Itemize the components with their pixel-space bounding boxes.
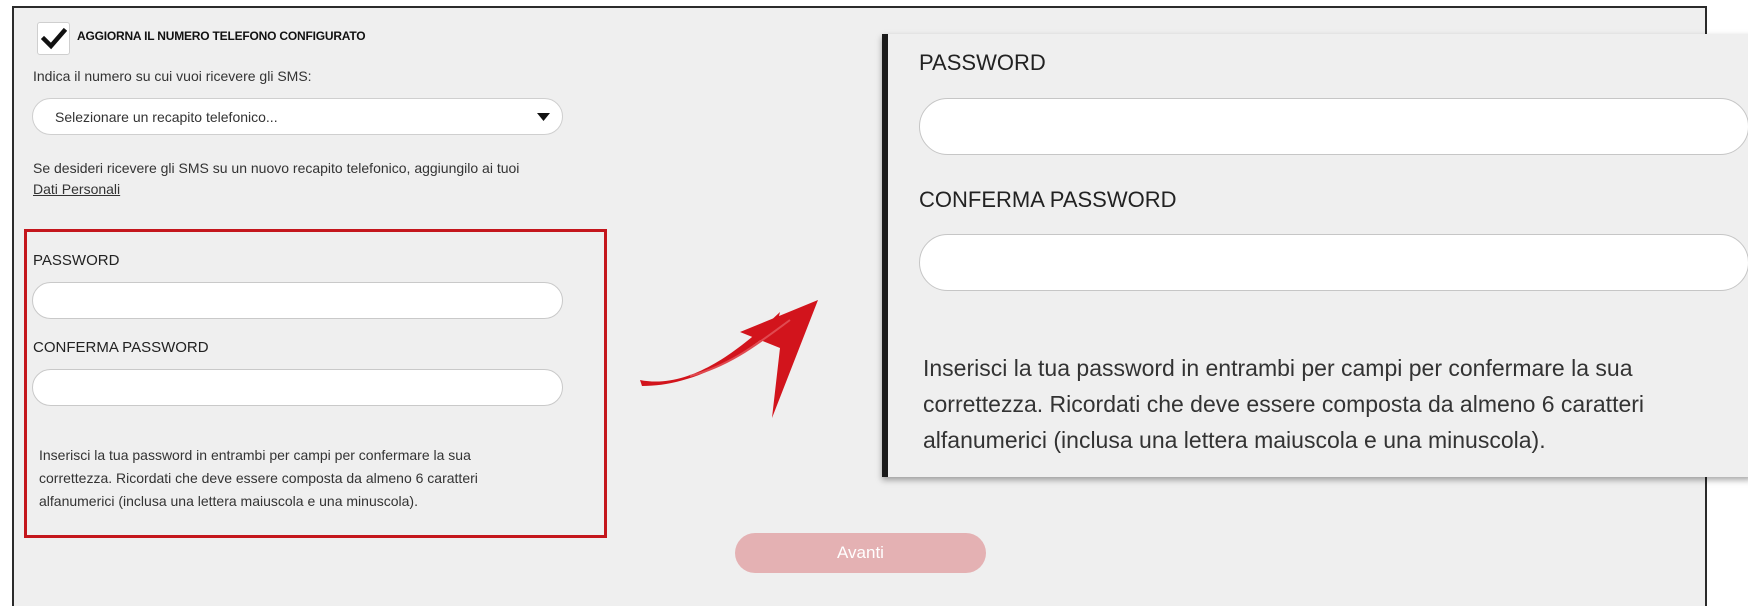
pointer-arrow-icon: [640, 300, 818, 418]
zoomed-password-help-line: Inserisci la tua password in entrambi pe…: [923, 355, 1633, 381]
password-input[interactable]: [32, 282, 563, 319]
zoomed-password-help-line: alfanumerici (inclusa una lettera maiusc…: [923, 427, 1546, 453]
password-help-line: alfanumerici (inclusa una lettera maiusc…: [39, 493, 418, 509]
password-help-line: correttezza. Ricordati che deve essere c…: [39, 470, 478, 486]
zoomed-confirm-password-label: CONFERMA PASSWORD: [919, 187, 1177, 212]
zoomed-password-help: Inserisci la tua password in entrambi pe…: [923, 350, 1743, 458]
confirm-password-input[interactable]: [32, 369, 563, 406]
zoomed-password-label: PASSWORD: [919, 50, 1046, 75]
update-phone-checkbox[interactable]: [37, 22, 70, 55]
password-label: PASSWORD: [33, 252, 120, 269]
sms-prompt: Indica il numero su cui vuoi ricevere gl…: [33, 68, 312, 84]
zoomed-password-panel: PASSWORD CONFERMA PASSWORD Inserisci la …: [882, 34, 1748, 477]
password-help-line: Inserisci la tua password in entrambi pe…: [39, 447, 471, 463]
avanti-button[interactable]: Avanti: [735, 533, 986, 573]
checkmark-icon: [41, 27, 67, 50]
zoomed-password-input[interactable]: [919, 98, 1748, 155]
phone-select[interactable]: Selezionare un recapito telefonico...: [32, 98, 563, 135]
caret-down-icon: [537, 113, 550, 121]
password-help: Inserisci la tua password in entrambi pe…: [39, 444, 559, 513]
new-number-note: Se desideri ricevere gli SMS su un nuovo…: [33, 160, 520, 176]
zoomed-password-help-line: correttezza. Ricordati che deve essere c…: [923, 391, 1645, 417]
personal-data-link[interactable]: Dati Personali: [33, 181, 120, 197]
update-phone-label: AGGIORNA IL NUMERO TELEFONO CONFIGURATO: [77, 29, 366, 43]
zoomed-confirm-password-input[interactable]: [919, 234, 1748, 291]
confirm-password-label: CONFERMA PASSWORD: [33, 339, 209, 356]
phone-select-value: Selezionare un recapito telefonico...: [55, 109, 278, 125]
